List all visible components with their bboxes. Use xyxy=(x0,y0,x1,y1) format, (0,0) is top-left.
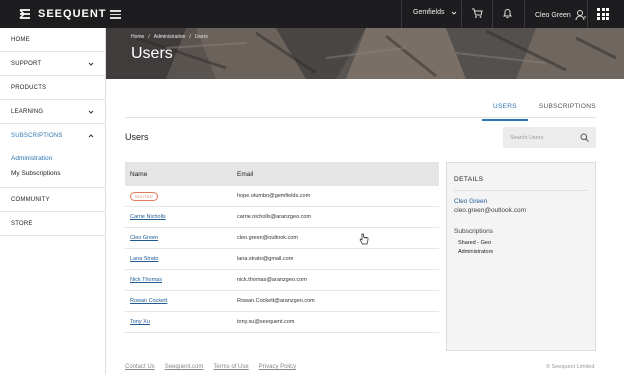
brand-logo[interactable]: SEEQUENT xyxy=(18,7,107,21)
breadcrumb-separator: / xyxy=(189,34,191,40)
column-header-email[interactable]: Email xyxy=(235,171,439,178)
breadcrumb: Home / Administration / Users xyxy=(131,34,208,40)
divider xyxy=(524,0,525,28)
sidebar-item-support[interactable]: SUPPORT xyxy=(0,52,105,76)
user-name: Cleo Green xyxy=(535,11,571,19)
column-header-name[interactable]: Name xyxy=(125,171,235,178)
brand-name: SEEQUENT xyxy=(38,8,107,20)
sidebar-item-community[interactable]: COMMUNITY xyxy=(0,188,105,212)
user-email: carrie.nicholls@aranzgeo.com xyxy=(237,214,312,220)
details-heading: DETAILS xyxy=(454,176,484,183)
section-title: Users xyxy=(125,132,149,142)
tenant-selector[interactable]: Gemfields xyxy=(413,9,457,16)
subscription-item: Shared - Geo Administrators xyxy=(454,239,588,257)
user-email: Rowan.Cockett@aranzgeo.com xyxy=(237,298,315,304)
menu-icon[interactable] xyxy=(110,8,121,20)
sidebar-item-label: COMMUNITY xyxy=(11,196,50,203)
user-name-link[interactable]: Carrie Nicholls xyxy=(125,214,235,220)
details-user-name: Cleo Green xyxy=(454,198,488,205)
subscription-name: Administrators xyxy=(458,249,494,255)
sidebar-item-label: STORE xyxy=(11,220,33,227)
bell-icon[interactable] xyxy=(502,7,513,19)
table-row[interactable]: INVITED hope.otumbo@gemfields.com xyxy=(125,186,439,207)
user-email: lana.strato@gmail.com xyxy=(237,256,294,262)
breadcrumb-separator: / xyxy=(148,34,150,40)
footer-link-privacy[interactable]: Privacy Policy xyxy=(259,364,296,370)
user-email: hope.otumbo@gemfields.com xyxy=(237,193,311,199)
copyright: © Seequent Limited xyxy=(546,364,595,370)
divider xyxy=(587,0,588,28)
chevron-down-icon xyxy=(88,62,94,66)
footer-link-contact[interactable]: Contact Us xyxy=(125,364,155,370)
page-hero-banner: Home / Administration / Users Users xyxy=(106,28,624,79)
chevron-down-icon xyxy=(451,11,456,15)
search-input[interactable]: Search Users xyxy=(503,127,596,148)
user-name-link[interactable]: Lana Strato xyxy=(125,256,235,262)
table-header: Name Email xyxy=(125,162,439,186)
user-name-link[interactable]: Tony Xu xyxy=(125,319,235,325)
sidebar-item-label: PRODUCTS xyxy=(11,84,47,91)
subscriptions-submenu: Administration My Subscriptions xyxy=(0,148,105,188)
cart-icon[interactable] xyxy=(471,7,483,19)
sidebar-item-store[interactable]: STORE xyxy=(0,212,105,236)
users-table: Name Email INVITED hope.otumbo@gemfields… xyxy=(125,162,439,333)
table-row[interactable]: Lana Strato lana.strato@gmail.com xyxy=(125,249,439,270)
sidebar-item-products[interactable]: PRODUCTS xyxy=(0,76,105,100)
table-row[interactable]: Carrie Nicholls carrie.nicholls@aranzgeo… xyxy=(125,207,439,228)
footer-link-terms[interactable]: Terms of Use xyxy=(213,364,248,370)
divider xyxy=(125,117,596,118)
seequent-logo-icon xyxy=(19,9,30,19)
user-email: nick.thomas@aranzgeo.com xyxy=(237,277,307,283)
hand-cursor-icon xyxy=(359,233,369,245)
sidebar-item-label: LEARNING xyxy=(11,108,44,115)
breadcrumb-administration[interactable]: Administration xyxy=(154,34,186,40)
table-row[interactable]: Cleo Green cleo.green@outlook.com xyxy=(125,228,439,249)
sidebar-item-label: HOME xyxy=(11,36,30,43)
user-email: tony.xu@seequent.com xyxy=(237,319,295,325)
table-row[interactable]: Rowan Cockett Rowan.Cockett@aranzgeo.com xyxy=(125,291,439,312)
invited-badge: INVITED xyxy=(130,191,158,201)
breadcrumb-home[interactable]: Home xyxy=(131,34,144,40)
user-name-link[interactable]: Rowan Cockett xyxy=(125,298,235,304)
user-name-link[interactable]: Cleo Green xyxy=(125,235,235,241)
breadcrumb-users: Users xyxy=(194,34,208,40)
apps-grid-icon[interactable] xyxy=(597,8,609,20)
footer-link-seequent[interactable]: Seequent.com xyxy=(165,364,204,370)
sidebar-item-learning[interactable]: LEARNING xyxy=(0,100,105,124)
sidebar-item-label: SUBSCRIPTIONS xyxy=(11,133,63,139)
sidebar-subitem-administration[interactable]: Administration xyxy=(11,151,94,166)
search-placeholder: Search Users xyxy=(510,134,544,141)
search-icon[interactable] xyxy=(580,133,589,142)
divider xyxy=(401,0,402,28)
user-icon xyxy=(575,10,586,21)
sidebar-subitem-my-subscriptions[interactable]: My Subscriptions xyxy=(11,166,94,181)
chevron-down-icon xyxy=(88,110,94,114)
details-subscriptions-label: Subscriptions xyxy=(454,228,494,235)
tenant-name: Gemfields xyxy=(413,9,445,16)
sidebar-item-subscriptions[interactable]: SUBSCRIPTIONS xyxy=(0,124,105,148)
user-name-link[interactable]: Nick Thomas xyxy=(125,277,235,283)
page-title: Users xyxy=(131,45,173,62)
details-panel: DETAILS Cleo Green cleo.green@outlook.co… xyxy=(446,162,596,351)
chevron-up-icon xyxy=(88,134,94,138)
user-menu[interactable]: Cleo Green xyxy=(535,9,587,21)
divider xyxy=(492,0,493,28)
table-row[interactable]: Tony Xu tony.xu@seequent.com xyxy=(125,312,439,333)
user-email: cleo.green@outlook.com xyxy=(237,235,298,241)
subscription-name: Shared - Geo xyxy=(458,240,492,246)
sidebar: HOME SUPPORT PRODUCTS LEARNING SUBSCRIPT… xyxy=(0,28,106,374)
divider xyxy=(454,190,588,191)
sidebar-item-label: SUPPORT xyxy=(11,60,42,67)
details-user-email: cleo.green@outlook.com xyxy=(454,207,526,214)
divider xyxy=(461,0,462,28)
table-row[interactable]: Nick Thomas nick.thomas@aranzgeo.com xyxy=(125,270,439,291)
sidebar-item-home[interactable]: HOME xyxy=(0,28,105,52)
top-bar: SEEQUENT Gemfields Cleo Green xyxy=(0,0,624,28)
footer-links: Contact Us Seequent.com Terms of Use Pri… xyxy=(125,364,296,370)
